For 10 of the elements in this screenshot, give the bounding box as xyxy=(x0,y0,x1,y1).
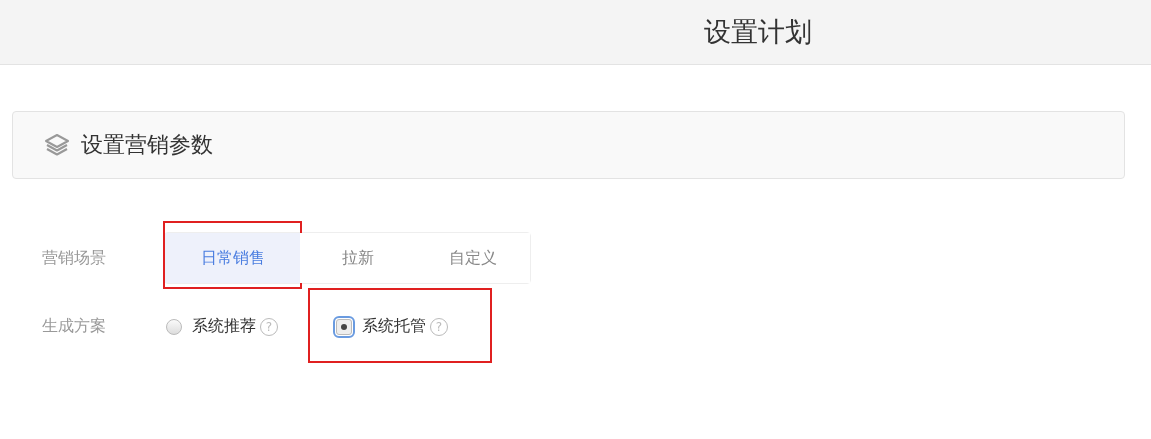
radio-button[interactable] xyxy=(336,318,352,335)
radio-label[interactable]: 系统推荐 xyxy=(192,316,256,337)
section-title: 设置营销参数 xyxy=(81,131,213,159)
field-label: 生成方案 xyxy=(41,316,107,337)
page-title: 设置计划 xyxy=(704,15,812,49)
radio-button[interactable] xyxy=(166,318,182,335)
field-label: 营销场景 xyxy=(41,247,107,269)
layers-icon xyxy=(45,134,69,156)
segment-option[interactable]: 日常销售 xyxy=(165,233,300,283)
radio-label[interactable]: 系统托管 xyxy=(362,316,426,337)
